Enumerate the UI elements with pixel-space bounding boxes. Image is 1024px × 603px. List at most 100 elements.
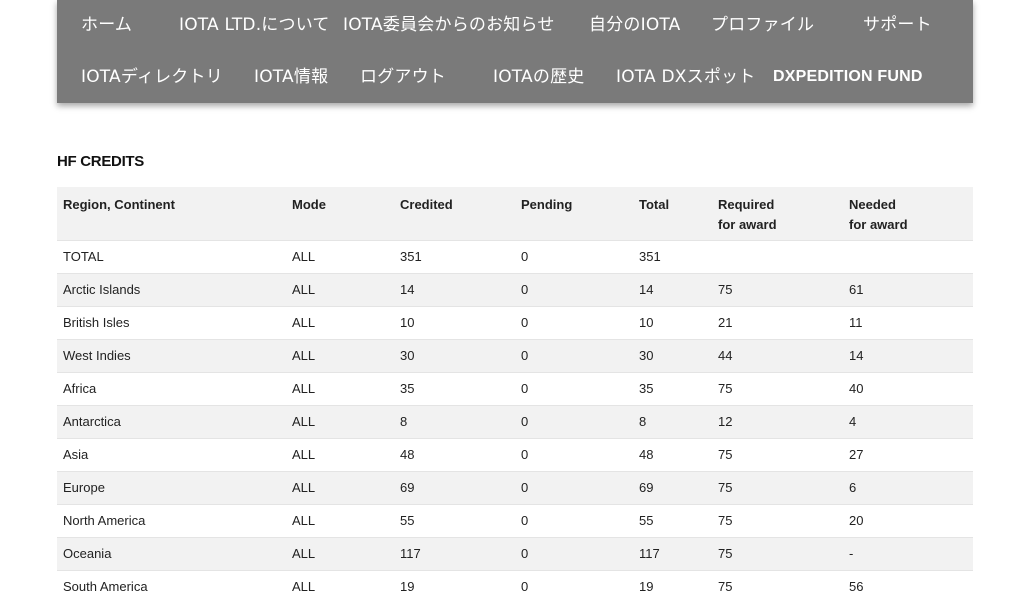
cell-credited: 48 <box>394 437 515 471</box>
cell-region: TOTAL <box>57 239 286 273</box>
cell-credited: 19 <box>394 569 515 603</box>
cell-required: 75 <box>712 437 843 471</box>
cell-mode: ALL <box>286 437 394 471</box>
cell-credited: 117 <box>394 536 515 570</box>
nav-home[interactable]: ホーム <box>81 0 132 50</box>
nav-logout[interactable]: ログアウト <box>360 52 446 102</box>
cell-total: 10 <box>633 305 712 339</box>
cell-mode: ALL <box>286 470 394 504</box>
nav-row-2: IOTAディレクトリ IOTA情報 ログアウト IOTAの歴史 IOTA DXス… <box>57 52 973 102</box>
cell-credited: 69 <box>394 470 515 504</box>
cell-needed: - <box>843 536 973 570</box>
cell-region: British Isles <box>57 305 286 339</box>
nav-profile[interactable]: プロファイル <box>711 0 814 50</box>
cell-required: 75 <box>712 272 843 306</box>
header-needed: Needed for award <box>843 187 973 240</box>
header-line: for award <box>849 217 908 232</box>
header-line: for award <box>718 217 777 232</box>
cell-required: 75 <box>712 371 843 405</box>
cell-required: 21 <box>712 305 843 339</box>
cell-region: Africa <box>57 371 286 405</box>
cell-mode: ALL <box>286 305 394 339</box>
cell-region: Antarctica <box>57 404 286 438</box>
cell-pending: 0 <box>515 305 633 339</box>
table-row: North America ALL 55 0 55 75 20 <box>57 503 973 537</box>
nav-news[interactable]: IOTA委員会からのお知らせ <box>343 0 555 50</box>
cell-needed: 11 <box>843 305 973 339</box>
cell-total: 19 <box>633 569 712 603</box>
header-mode: Mode <box>286 187 394 240</box>
cell-credited: 55 <box>394 503 515 537</box>
hf-credits-table: Region, Continent Mode Credited Pending … <box>57 187 973 603</box>
cell-required: 75 <box>712 503 843 537</box>
cell-credited: 14 <box>394 272 515 306</box>
cell-pending: 0 <box>515 503 633 537</box>
cell-needed <box>843 239 973 273</box>
table-row: British Isles ALL 10 0 10 21 11 <box>57 305 973 339</box>
cell-credited: 30 <box>394 338 515 372</box>
cell-pending: 0 <box>515 404 633 438</box>
cell-pending: 0 <box>515 569 633 603</box>
cell-region: Arctic Islands <box>57 272 286 306</box>
header-pending: Pending <box>515 187 633 240</box>
cell-required: 44 <box>712 338 843 372</box>
cell-needed: 61 <box>843 272 973 306</box>
nav-info[interactable]: IOTA情報 <box>254 52 328 102</box>
cell-needed: 20 <box>843 503 973 537</box>
nav-directory[interactable]: IOTAディレクトリ <box>81 52 223 102</box>
table-row: Arctic Islands ALL 14 0 14 75 61 <box>57 272 973 306</box>
cell-needed: 14 <box>843 338 973 372</box>
cell-credited: 10 <box>394 305 515 339</box>
cell-mode: ALL <box>286 338 394 372</box>
cell-needed: 27 <box>843 437 973 471</box>
nav-dxpedition-fund[interactable]: DXPEDITION FUND <box>773 52 923 102</box>
header-line: Needed <box>849 197 896 212</box>
cell-mode: ALL <box>286 239 394 273</box>
cell-total: 351 <box>633 239 712 273</box>
main-navigation: ホーム IOTA LTD.について IOTA委員会からのお知らせ 自分のIOTA… <box>57 0 973 103</box>
cell-total: 8 <box>633 404 712 438</box>
nav-row-1: ホーム IOTA LTD.について IOTA委員会からのお知らせ 自分のIOTA… <box>57 0 973 50</box>
header-line: Total <box>639 197 670 212</box>
section-title: HF CREDITS <box>57 153 145 170</box>
table-row: Europe ALL 69 0 69 75 6 <box>57 470 973 504</box>
nav-my-iota[interactable]: 自分のIOTA <box>589 0 681 50</box>
header-line: Pending <box>521 197 573 212</box>
cell-pending: 0 <box>515 437 633 471</box>
cell-mode: ALL <box>286 569 394 603</box>
cell-mode: ALL <box>286 536 394 570</box>
header-line: Required <box>718 197 775 212</box>
nav-support[interactable]: サポート <box>863 0 932 50</box>
header-required: Required for award <box>712 187 843 240</box>
table-row: Asia ALL 48 0 48 75 27 <box>57 437 973 471</box>
cell-pending: 0 <box>515 536 633 570</box>
header-line: Credited <box>400 197 453 212</box>
cell-pending: 0 <box>515 371 633 405</box>
cell-credited: 351 <box>394 239 515 273</box>
nav-about[interactable]: IOTA LTD.について <box>179 0 330 50</box>
cell-pending: 0 <box>515 239 633 273</box>
table-row: Antarctica ALL 8 0 8 12 4 <box>57 404 973 438</box>
header-line: Region, Continent <box>63 197 175 212</box>
cell-needed: 40 <box>843 371 973 405</box>
cell-total: 35 <box>633 371 712 405</box>
cell-region: Europe <box>57 470 286 504</box>
nav-dx-spots[interactable]: IOTA DXスポット <box>616 52 755 102</box>
cell-region: West Indies <box>57 338 286 372</box>
cell-required <box>712 239 843 273</box>
table-row: Oceania ALL 117 0 117 75- <box>57 536 973 570</box>
cell-needed: 6 <box>843 470 973 504</box>
table-row: South America ALL 19 0 19 75 56 <box>57 569 973 603</box>
cell-credited: 8 <box>394 404 515 438</box>
cell-mode: ALL <box>286 404 394 438</box>
table-row: Africa ALL 35 0 35 75 40 <box>57 371 973 405</box>
cell-region: Oceania <box>57 536 286 570</box>
nav-history[interactable]: IOTAの歴史 <box>493 52 585 102</box>
cell-region: North America <box>57 503 286 537</box>
header-credited: Credited <box>394 187 515 240</box>
cell-required: 12 <box>712 404 843 438</box>
cell-total: 69 <box>633 470 712 504</box>
cell-pending: 0 <box>515 338 633 372</box>
table-header-row: Region, Continent Mode Credited Pending … <box>57 187 973 240</box>
header-total: Total <box>633 187 712 240</box>
